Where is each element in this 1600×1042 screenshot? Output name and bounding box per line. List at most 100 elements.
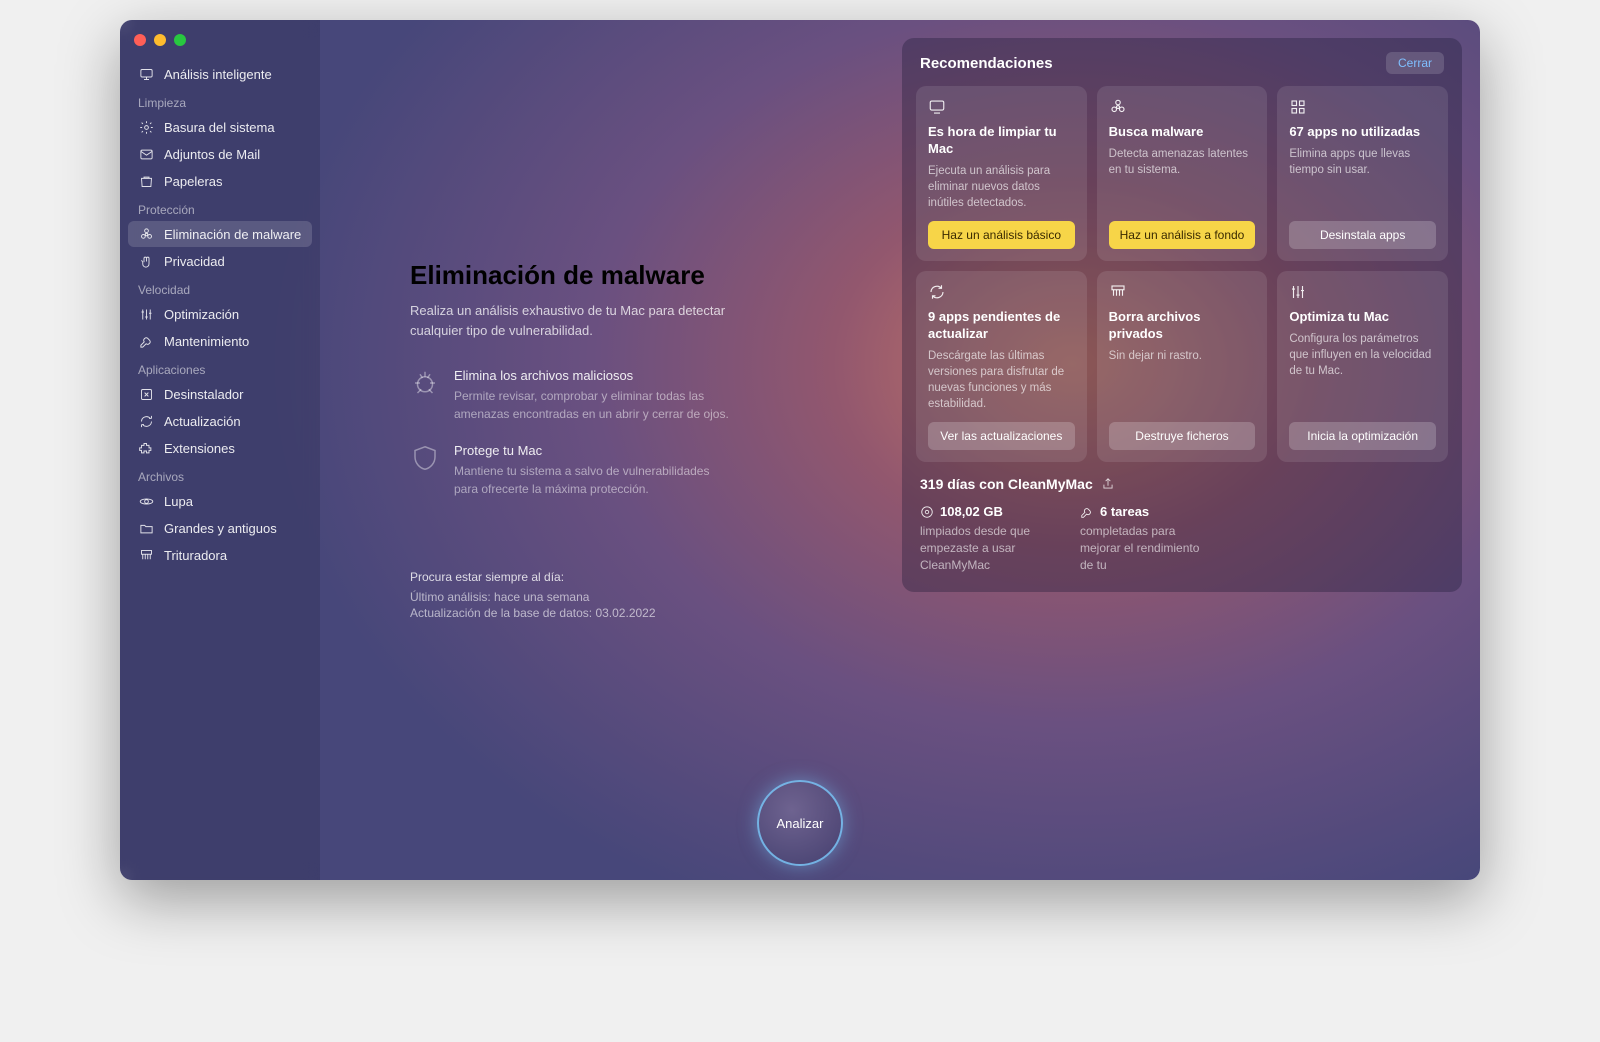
close-window-button[interactable] (134, 34, 146, 46)
meta-header: Procura estar siempre al día: (410, 570, 656, 584)
sidebar-section-speed: Velocidad (128, 275, 312, 300)
card-action-button[interactable]: Haz un análisis básico (928, 221, 1075, 249)
folder-icon (138, 520, 154, 536)
card-action-button[interactable]: Destruye ficheros (1109, 422, 1256, 450)
sidebar-item-maintenance[interactable]: Mantenimiento (128, 328, 312, 354)
wrench-icon (138, 333, 154, 349)
sidebar-label: Mantenimiento (164, 334, 249, 349)
window-controls (134, 34, 186, 46)
card-desc: Sin dejar ni rastro. (1109, 348, 1256, 412)
sidebar-item-updater[interactable]: Actualización (128, 408, 312, 434)
sidebar-label: Basura del sistema (164, 120, 275, 135)
sliders-icon (1289, 283, 1307, 301)
analyze-label: Analizar (777, 816, 824, 831)
biohazard-icon (1109, 98, 1127, 116)
card-action-button[interactable]: Haz un análisis a fondo (1109, 221, 1256, 249)
sidebar-label: Trituradora (164, 548, 227, 563)
sidebar-item-extensions[interactable]: Extensiones (128, 435, 312, 461)
sidebar-item-uninstaller[interactable]: Desinstalador (128, 381, 312, 407)
sidebar-item-mail[interactable]: Adjuntos de Mail (128, 141, 312, 167)
app-window: Análisis inteligente Limpieza Basura del… (120, 20, 1480, 880)
feature-title: Protege tu Mac (454, 443, 730, 458)
analyze-button[interactable]: Analizar (757, 780, 843, 866)
sidebar-label: Eliminación de malware (164, 227, 301, 242)
card-title: 67 apps no utilizadas (1289, 124, 1436, 141)
sidebar: Análisis inteligente Limpieza Basura del… (120, 20, 320, 880)
share-icon[interactable] (1101, 477, 1115, 491)
sidebar-label: Adjuntos de Mail (164, 147, 260, 162)
page-subtitle: Realiza un análisis exhaustivo de tu Mac… (410, 301, 730, 340)
refresh-icon (928, 283, 946, 301)
apps-icon (1289, 98, 1307, 116)
stat-value: 108,02 GB (940, 504, 1003, 519)
sidebar-item-shredder[interactable]: Trituradora (128, 542, 312, 568)
disk-icon (920, 505, 934, 519)
card-action-button[interactable]: Desinstala apps (1289, 221, 1436, 249)
sidebar-item-malware[interactable]: Eliminación de malware (128, 221, 312, 247)
sidebar-section-files: Archivos (128, 462, 312, 487)
card-title: Borra archivos privados (1109, 309, 1256, 343)
sidebar-label: Lupa (164, 494, 193, 509)
refresh-icon (138, 413, 154, 429)
feature-desc: Permite revisar, comprobar y eliminar to… (454, 387, 730, 423)
card-desc: Elimina apps que llevas tiempo sin usar. (1289, 146, 1436, 211)
card-desc: Detecta amenazas latentes en tu sistema. (1109, 146, 1256, 211)
minimize-window-button[interactable] (154, 34, 166, 46)
sidebar-item-trash[interactable]: Papeleras (128, 168, 312, 194)
bug-icon (410, 368, 440, 398)
stat-desc: completadas para mejorar el rendimiento … (1080, 523, 1200, 573)
card-optimize: Optimiza tu Mac Configura los parámetros… (1277, 271, 1448, 462)
card-action-button[interactable]: Ver las actualizaciones (928, 422, 1075, 450)
card-action-button[interactable]: Inicia la optimización (1289, 422, 1436, 450)
shredder-icon (1109, 283, 1127, 301)
sidebar-label: Privacidad (164, 254, 225, 269)
sidebar-label: Grandes y antiguos (164, 521, 277, 536)
sidebar-item-lens[interactable]: Lupa (128, 488, 312, 514)
stats-section: 319 días con CleanMyMac 108,02 GB limpia… (916, 462, 1448, 577)
wrench-icon (1080, 505, 1094, 519)
close-panel-button[interactable]: Cerrar (1386, 52, 1444, 74)
feature-title: Elimina los archivos maliciosos (454, 368, 730, 383)
monitor-icon (928, 98, 946, 116)
biohazard-icon (138, 226, 154, 242)
panel-title: Recomendaciones (920, 55, 1053, 72)
card-title: 9 apps pendientes de actualizar (928, 309, 1075, 343)
card-shred: Borra archivos privados Sin dejar ni ras… (1097, 271, 1268, 462)
sidebar-label: Extensiones (164, 441, 235, 456)
sidebar-item-privacy[interactable]: Privacidad (128, 248, 312, 274)
orbit-icon (138, 493, 154, 509)
sidebar-section-apps: Aplicaciones (128, 355, 312, 380)
sidebar-item-smart-scan[interactable]: Análisis inteligente (128, 61, 312, 87)
card-title: Busca malware (1109, 124, 1256, 141)
sidebar-label: Optimización (164, 307, 239, 322)
scan-meta: Procura estar siempre al día: Último aná… (410, 570, 656, 622)
card-desc: Configura los parámetros que influyen en… (1289, 331, 1436, 412)
gear-icon (138, 119, 154, 135)
feature-row: Elimina los archivos maliciosos Permite … (410, 368, 730, 423)
sidebar-item-large-old[interactable]: Grandes y antiguos (128, 515, 312, 541)
sidebar-label: Desinstalador (164, 387, 244, 402)
sliders-icon (138, 306, 154, 322)
stat-value: 6 tareas (1100, 504, 1149, 519)
hand-icon (138, 253, 154, 269)
sidebar-label: Análisis inteligente (164, 67, 272, 82)
card-clean-mac: Es hora de limpiar tu Mac Ejecuta un aná… (916, 86, 1087, 261)
stat-tasks: 6 tareas completadas para mejorar el ren… (1080, 504, 1200, 573)
maximize-window-button[interactable] (174, 34, 186, 46)
meta-last-scan: Último análisis: hace una semana (410, 590, 656, 604)
cards-grid: Es hora de limpiar tu Mac Ejecuta un aná… (916, 86, 1448, 462)
feature-row: Protege tu Mac Mantiene tu sistema a sal… (410, 443, 730, 498)
sidebar-label: Papeleras (164, 174, 223, 189)
sidebar-item-system-junk[interactable]: Basura del sistema (128, 114, 312, 140)
trash-icon (138, 173, 154, 189)
sidebar-section-protection: Protección (128, 195, 312, 220)
card-malware: Busca malware Detecta amenazas latentes … (1097, 86, 1268, 261)
shield-icon (410, 443, 440, 473)
card-unused-apps: 67 apps no utilizadas Elimina apps que l… (1277, 86, 1448, 261)
card-title: Optimiza tu Mac (1289, 309, 1436, 326)
card-desc: Descárgate las últimas versiones para di… (928, 348, 1075, 412)
main-content: Eliminación de malware Realiza un anális… (410, 260, 730, 518)
sidebar-item-optimization[interactable]: Optimización (128, 301, 312, 327)
card-updates: 9 apps pendientes de actualizar Descárga… (916, 271, 1087, 462)
page-title: Eliminación de malware (410, 260, 730, 291)
